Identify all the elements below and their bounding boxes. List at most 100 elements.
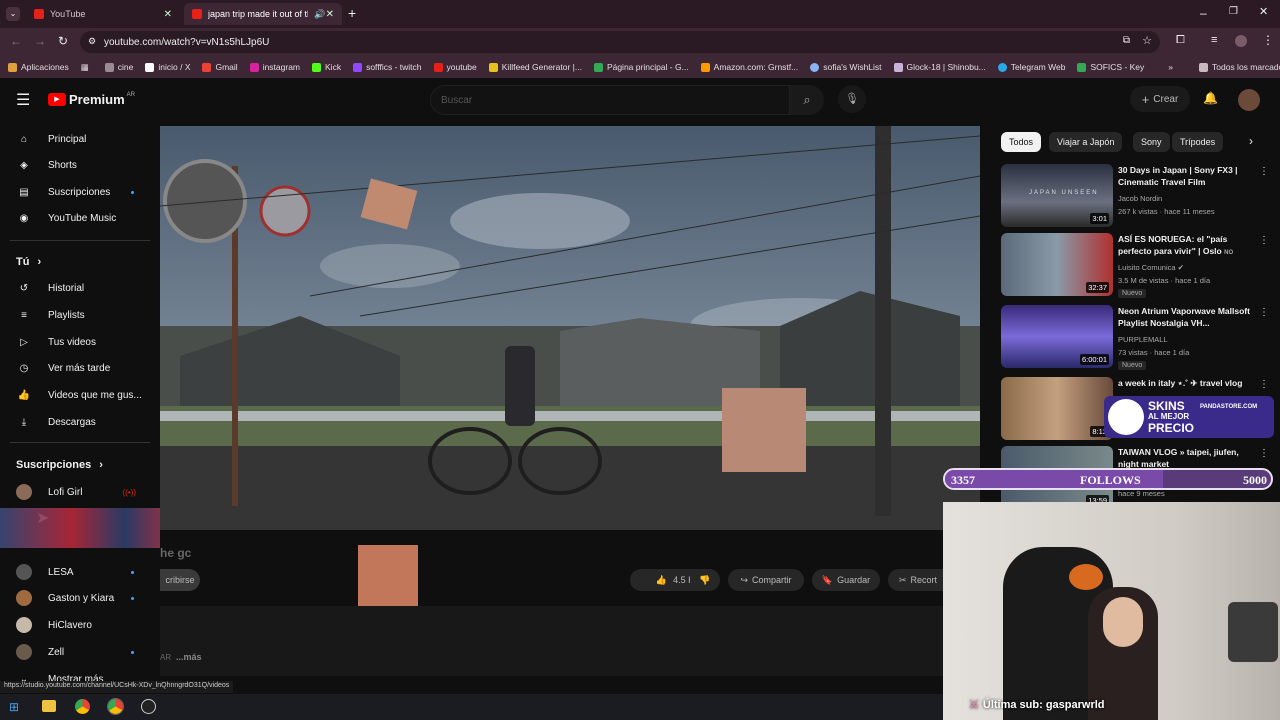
dislike-button[interactable]: 👎 bbox=[690, 569, 720, 591]
thumbs-up-icon: 👍 bbox=[17, 389, 31, 401]
live-icon: ((•)) bbox=[122, 487, 136, 497]
chrome-icon[interactable] bbox=[75, 699, 90, 714]
url-input[interactable]: ⚙ youtube.com/watch?v=vN1s5hLJp6U ⧉ ☆ bbox=[80, 31, 1160, 53]
bookmark-item[interactable]: Página principal - G... bbox=[593, 62, 689, 72]
sidebar-sub-hiclavero[interactable]: HiClavero bbox=[16, 614, 146, 636]
share-button[interactable]: ↪ Compartir bbox=[728, 569, 804, 591]
more-options-icon[interactable]: ⋮ bbox=[1259, 379, 1269, 390]
sidebar-item-music[interactable]: ◉ YouTube Music bbox=[16, 207, 146, 229]
more-options-icon[interactable]: ⋮ bbox=[1259, 307, 1269, 318]
tab-search-icon[interactable]: ⌄ bbox=[6, 7, 20, 21]
bookmark-star-icon[interactable]: ☆ bbox=[1142, 34, 1152, 47]
search-icon[interactable]: ⌕ bbox=[790, 85, 824, 115]
sidebar-sub-lofi-girl[interactable]: Lofi Girl ((•)) bbox=[16, 481, 146, 503]
chevron-right-icon: › bbox=[37, 256, 42, 268]
tab-youtube[interactable]: YouTube ✕ bbox=[26, 3, 180, 25]
you-heading[interactable]: Tú › bbox=[16, 251, 146, 273]
last-sub-text: ⚔ Última sub: gasparwrld bbox=[969, 699, 1105, 711]
subscribe-button[interactable]: cribirse bbox=[160, 569, 200, 591]
new-tab-button[interactable]: + bbox=[348, 5, 356, 21]
more-options-icon[interactable]: ⋮ bbox=[1259, 166, 1269, 177]
close-tab-icon[interactable]: ✕ bbox=[326, 9, 334, 20]
tab-search-list-icon[interactable]: ≡ bbox=[1211, 34, 1217, 46]
minimize-button[interactable]: – bbox=[1200, 6, 1207, 20]
sidebar-item-your-videos[interactable]: ▷ Tus videos bbox=[16, 331, 146, 353]
restore-button[interactable]: ❐ bbox=[1229, 6, 1238, 17]
share-icon: ↪ bbox=[740, 574, 749, 585]
tab-video[interactable]: japan trip made it out of th 🔊 ✕ bbox=[184, 3, 342, 25]
bookmark-item[interactable]: instagram bbox=[249, 62, 300, 72]
chrome-profile-icon[interactable] bbox=[107, 698, 124, 715]
sidebar-item-playlists[interactable]: ≡ Playlists bbox=[16, 304, 146, 326]
profile-icon[interactable] bbox=[1235, 35, 1247, 47]
bookmark-item[interactable]: youtube bbox=[433, 62, 477, 72]
sidebar-item-history[interactable]: ↺ Historial bbox=[16, 277, 146, 299]
site-info-icon[interactable]: ⚙ bbox=[88, 36, 96, 47]
sidebar-item-downloads[interactable]: ⤓ Descargas bbox=[16, 411, 146, 433]
install-icon[interactable]: ⧉ bbox=[1123, 35, 1130, 46]
reload-icon[interactable]: ↻ bbox=[58, 34, 68, 48]
grid-icon[interactable]: ▦ bbox=[81, 62, 89, 73]
mic-icon[interactable]: 🎙 bbox=[838, 85, 866, 113]
sidebar-sub-gaston[interactable]: Gaston y Kiara bbox=[16, 587, 146, 609]
speaker-icon[interactable]: 🔊 bbox=[314, 9, 325, 20]
clip-button[interactable]: ✂ Recort bbox=[888, 569, 948, 591]
more-options-icon[interactable]: ⋮ bbox=[1259, 235, 1269, 246]
bookmark-item[interactable]: Glock-18 | Shinobu... bbox=[893, 62, 986, 72]
sidebar-sub-zell[interactable]: Zell bbox=[16, 641, 146, 663]
bookmark-item[interactable]: Telegram Web bbox=[997, 62, 1065, 72]
back-icon[interactable]: ← bbox=[10, 34, 22, 48]
hamburger-menu-icon[interactable]: ☰ bbox=[16, 90, 30, 110]
bookmark-apps[interactable]: Aplicaciones bbox=[8, 62, 69, 72]
bookmark-item[interactable]: Amazon.com: Grnstf... bbox=[700, 62, 798, 72]
sidebar-item-watch-later[interactable]: ◷ Ver más tarde bbox=[16, 357, 146, 379]
search-input[interactable]: Buscar bbox=[430, 85, 790, 115]
bookmark-item[interactable]: Gmail bbox=[202, 62, 238, 72]
rec-video-2[interactable]: 32:37 ASÍ ES NORUEGA: el "país perfecto … bbox=[1001, 233, 1271, 299]
sidebar-item-liked[interactable]: 👍 Videos que me gus... bbox=[16, 384, 146, 406]
create-button[interactable]: + Crear bbox=[1130, 86, 1190, 112]
chip-sony[interactable]: Sony bbox=[1133, 132, 1170, 152]
chip-tripods[interactable]: Trípodes bbox=[1172, 132, 1224, 152]
file-explorer-icon[interactable] bbox=[42, 700, 56, 712]
chip-all[interactable]: Todos bbox=[1001, 132, 1042, 152]
menu-icon[interactable]: ⋮ bbox=[1262, 33, 1274, 47]
bookmark-item[interactable]: Killfeed Generator |... bbox=[488, 62, 582, 72]
sidebar-item-subscriptions[interactable]: ▤ Suscripciones bbox=[16, 181, 146, 203]
follows-label: FOLLOWS bbox=[1080, 473, 1141, 487]
show-more-description[interactable]: ...más bbox=[176, 652, 202, 662]
bookmark-item[interactable]: cine bbox=[104, 62, 133, 72]
chip-japan[interactable]: Viajar a Japón bbox=[1049, 132, 1123, 152]
video-player[interactable] bbox=[160, 126, 980, 530]
bookmark-item[interactable]: SOFICS - Key bbox=[1077, 62, 1144, 72]
taskbar: ⊞ bbox=[0, 694, 943, 720]
save-button[interactable]: 🔖 Guardar bbox=[812, 569, 880, 591]
tab-bar: ⌄ YouTube ✕ japan trip made it out of th… bbox=[0, 0, 1280, 28]
chips-next-icon[interactable]: › bbox=[1249, 134, 1253, 148]
bookmark-item[interactable]: sofia's WishList bbox=[810, 62, 882, 72]
rec-title: 30 Days in Japan | Sony FX3 | Cinematic … bbox=[1118, 165, 1238, 187]
extensions-icon[interactable]: ⧠ bbox=[1176, 34, 1185, 47]
forward-icon[interactable]: → bbox=[34, 34, 46, 48]
plus-icon: + bbox=[1141, 91, 1150, 107]
rec-video-3[interactable]: 6:00:01 Neon Atrium Vaporwave Mallsoft P… bbox=[1001, 305, 1271, 371]
rec-video-1[interactable]: JAPAN UNSEEN 3:01 30 Days in Japan | Son… bbox=[1001, 164, 1271, 230]
all-bookmarks-folder[interactable]: Todos los marcadores bbox=[1199, 62, 1280, 72]
obs-icon[interactable] bbox=[141, 699, 156, 714]
youtube-logo[interactable]: ▶ Premium AR bbox=[48, 92, 135, 107]
sidebar-item-principal[interactable]: ⌂ Principal bbox=[16, 128, 146, 150]
more-bookmarks-icon[interactable]: » bbox=[1168, 62, 1173, 72]
account-avatar[interactable] bbox=[1238, 89, 1260, 111]
description-box[interactable]: AR ...más bbox=[160, 606, 950, 676]
windows-start-icon[interactable]: ⊞ bbox=[9, 700, 19, 714]
notifications-bell-icon[interactable]: 🔔 bbox=[1203, 91, 1218, 105]
bookmark-item[interactable]: inicio / X bbox=[145, 62, 190, 72]
more-options-icon[interactable]: ⋮ bbox=[1259, 448, 1269, 459]
sidebar-sub-lesa[interactable]: LESA bbox=[16, 561, 146, 583]
close-window-button[interactable]: ✕ bbox=[1259, 5, 1268, 18]
close-tab-icon[interactable]: ✕ bbox=[164, 9, 172, 20]
bookmark-item[interactable]: Kick bbox=[312, 62, 341, 72]
subscriptions-heading[interactable]: Suscripciones › bbox=[16, 454, 146, 476]
bookmark-item[interactable]: sofffics - twitch bbox=[353, 62, 422, 72]
sidebar-item-shorts[interactable]: ◈ Shorts bbox=[16, 154, 146, 176]
